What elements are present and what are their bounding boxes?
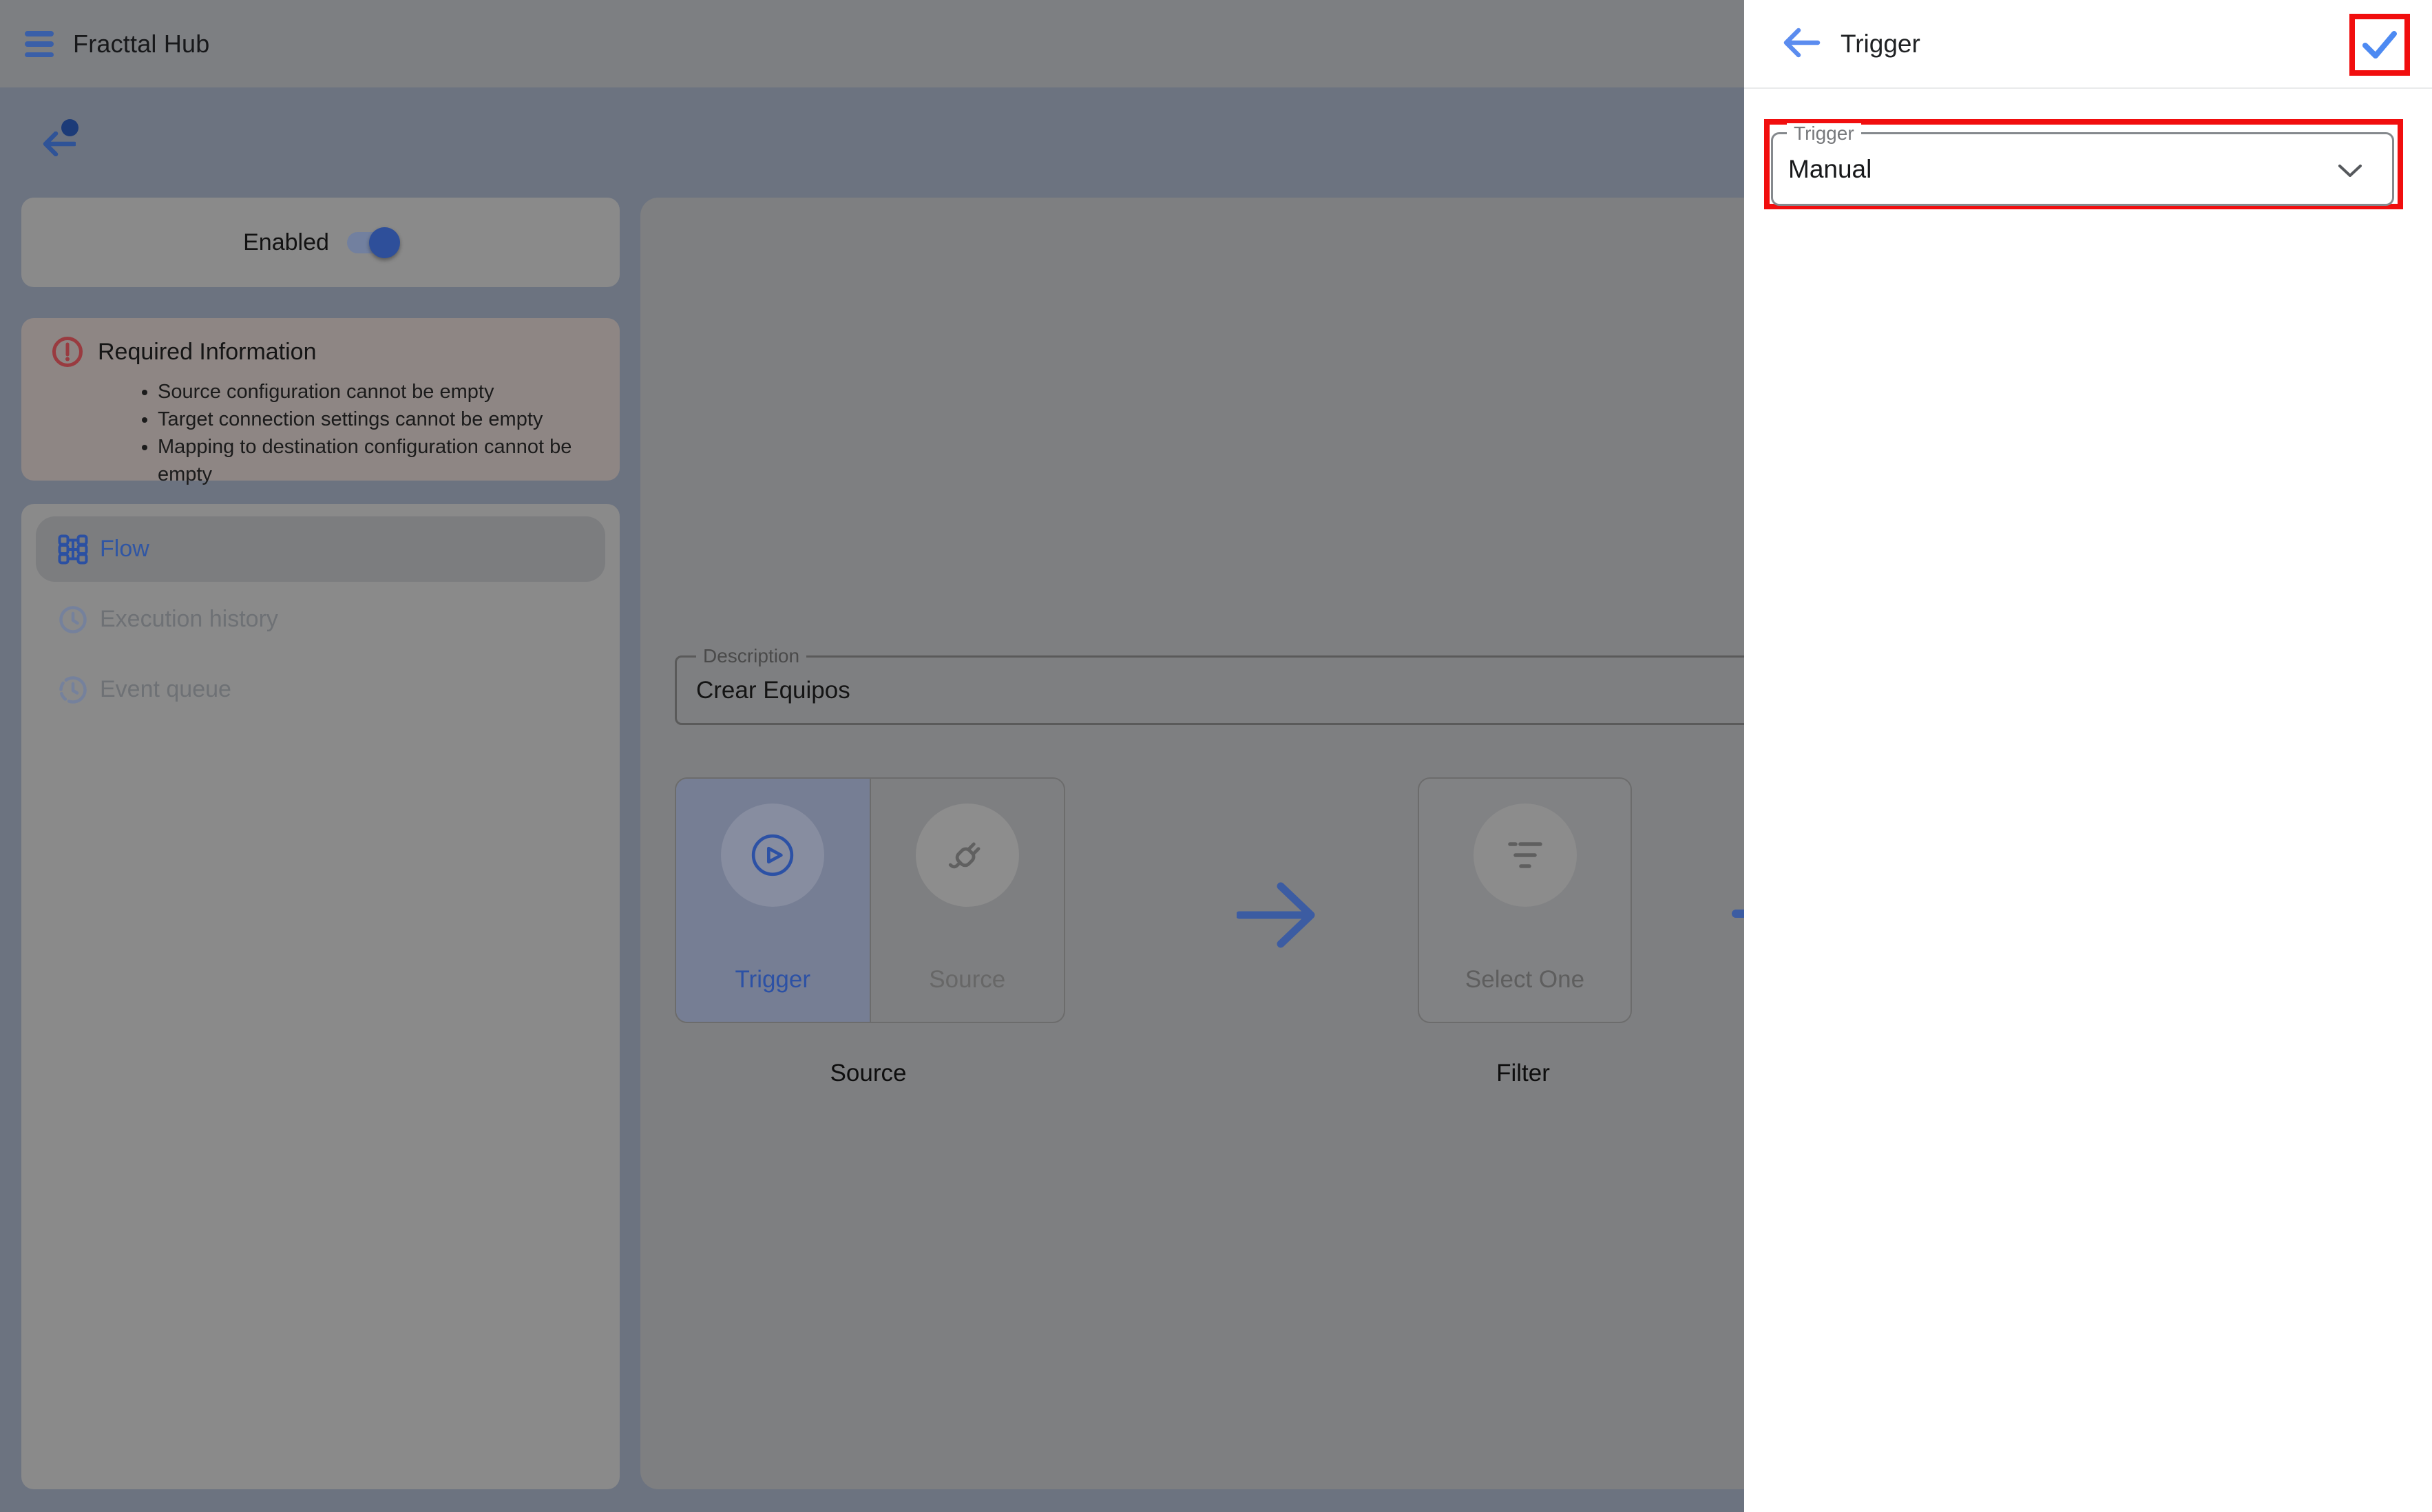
option-trigger[interactable]: Trigger xyxy=(676,779,871,1022)
sidebar-item-flow[interactable]: Flow xyxy=(36,516,605,582)
app-title: Fracttal Hub xyxy=(73,0,209,87)
notification-dot xyxy=(61,119,78,136)
sidebar-item-event-queue[interactable]: Event queue xyxy=(36,657,605,722)
source-caption: Source xyxy=(830,1060,907,1087)
clock-icon xyxy=(56,605,90,635)
drawer-title: Trigger xyxy=(1841,0,1920,87)
flow-arrow2-partial xyxy=(1732,910,1744,918)
required-info-card: Required Information Source configuratio… xyxy=(21,318,620,481)
source-type-selector: Trigger Source xyxy=(675,777,1065,1023)
play-circle-icon xyxy=(721,804,824,907)
sidebar-item-label: Execution history xyxy=(100,606,278,633)
description-field-value: Crear Equipos xyxy=(696,658,850,723)
required-item: Source configuration cannot be empty xyxy=(158,378,620,406)
confirm-check-icon[interactable] xyxy=(2362,29,2398,61)
sidebar-item-execution-history[interactable]: Execution history xyxy=(36,587,605,652)
annotation-box-confirm xyxy=(2349,14,2410,76)
required-info-title: Required Information xyxy=(98,339,317,366)
flow-icon xyxy=(56,534,90,565)
drawer-back-icon[interactable] xyxy=(1783,28,1821,61)
app-root: Fracttal Hub Enabled Required Informatio… xyxy=(0,0,2432,1512)
required-item: Target connection settings cannot be emp… xyxy=(158,406,620,433)
sidebar-item-label: Event queue xyxy=(100,676,231,703)
alert-icon xyxy=(52,336,83,368)
filter-lines-icon xyxy=(1474,804,1577,907)
required-item: Mapping to destination configuration can… xyxy=(158,433,620,488)
filter-placeholder: Select One xyxy=(1419,966,1631,994)
trigger-select-value: Manual xyxy=(1788,134,1872,204)
enabled-label: Enabled xyxy=(243,229,329,256)
flow-arrow-icon xyxy=(1237,881,1319,953)
chevron-down-icon xyxy=(2338,165,2362,180)
filter-selector[interactable]: Select One xyxy=(1418,777,1632,1023)
plug-icon xyxy=(916,804,1019,907)
sidebar-nav: Flow Execution history Event queue xyxy=(21,504,620,1489)
trigger-drawer: Trigger Trigger Manual xyxy=(1744,0,2432,1512)
option-source[interactable]: Source xyxy=(871,779,1065,1022)
app-header: Fracttal Hub xyxy=(0,0,1744,87)
drawer-header: Trigger xyxy=(1744,0,2432,89)
option-label: Trigger xyxy=(676,966,870,994)
menu-icon[interactable] xyxy=(25,31,54,57)
required-info-list: Source configuration cannot be empty Tar… xyxy=(21,378,620,488)
toggle-thumb xyxy=(369,227,400,258)
enabled-card: Enabled xyxy=(21,198,620,287)
enabled-toggle[interactable] xyxy=(347,232,398,253)
trigger-select[interactable]: Trigger Manual xyxy=(1771,132,2394,206)
history-icon xyxy=(56,675,90,705)
filter-caption: Filter xyxy=(1496,1060,1550,1087)
sidebar-item-label: Flow xyxy=(100,536,149,563)
option-label: Source xyxy=(871,966,1065,994)
